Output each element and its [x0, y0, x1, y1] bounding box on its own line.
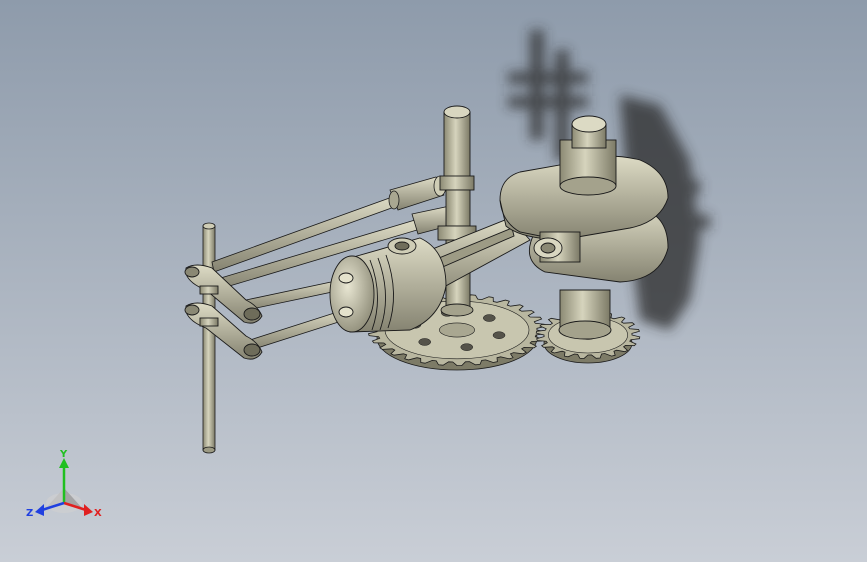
coordinate-triad: Y X Z	[26, 449, 102, 519]
piston[interactable]	[329, 237, 447, 333]
gear-hole	[460, 343, 474, 351]
z-axis-label: Z	[26, 508, 33, 519]
gear-hole	[418, 338, 431, 346]
x-axis-label: X	[94, 508, 102, 519]
graphics-viewport[interactable]: Y X Z	[0, 0, 867, 562]
gear-hole	[492, 331, 506, 339]
y-axis-label: Y	[59, 449, 68, 460]
vertical-rod[interactable]	[202, 222, 216, 454]
assembly-model[interactable]	[0, 0, 867, 562]
gear-hole	[483, 314, 496, 322]
gear-hub	[439, 322, 475, 338]
